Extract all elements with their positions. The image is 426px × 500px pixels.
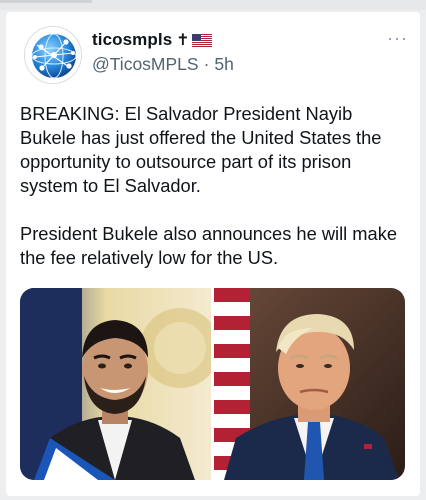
avatar[interactable] xyxy=(24,26,82,84)
handle-row: @TicosMPLS · 5h xyxy=(92,54,234,75)
photo-trump[interactable] xyxy=(214,288,405,480)
display-name[interactable]: ticosmpls xyxy=(92,30,172,50)
post-card[interactable]: ticosmpls ✝ @TicosMPLS · 5h ··· BREAKING… xyxy=(6,12,420,496)
us-flag-icon xyxy=(191,33,212,47)
cross-icon: ✝ xyxy=(176,32,190,49)
separator-dot: · xyxy=(203,54,210,74)
more-options-icon[interactable]: ··· xyxy=(387,28,408,49)
portrait-image xyxy=(214,288,405,480)
post-body: BREAKING: El Salvador President Nayib Bu… xyxy=(20,102,410,270)
top-divider xyxy=(0,0,426,10)
top-divider-segment xyxy=(0,0,92,3)
media-gallery[interactable] xyxy=(20,288,405,480)
portrait-image xyxy=(20,288,211,480)
post-text-paragraph-1: BREAKING: El Salvador President Nayib Bu… xyxy=(20,103,382,196)
globe-network-icon xyxy=(25,27,81,83)
photo-bukele[interactable] xyxy=(20,288,211,480)
author-row[interactable]: ticosmpls ✝ xyxy=(92,30,212,50)
post-text-paragraph-2: President Bukele also announces he will … xyxy=(20,223,398,268)
post-timestamp[interactable]: 5h xyxy=(214,54,233,75)
user-handle[interactable]: @TicosMPLS xyxy=(92,54,199,75)
